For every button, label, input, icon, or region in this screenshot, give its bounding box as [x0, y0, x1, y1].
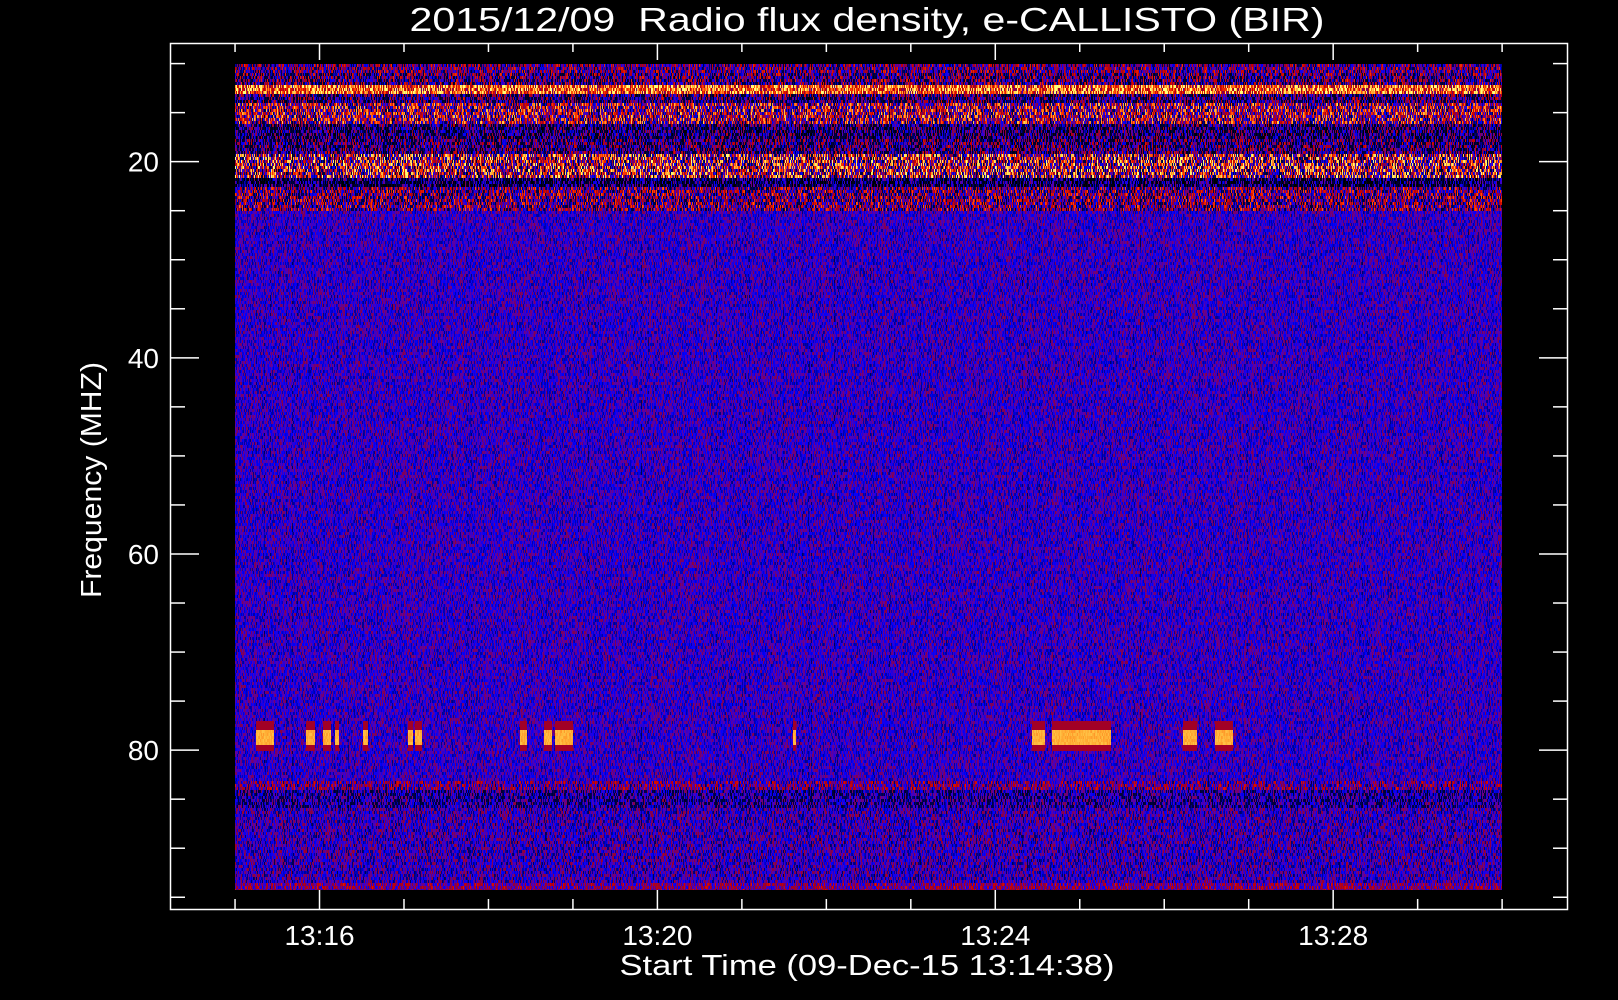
x-axis-label: Start Time (09-Dec-15 13:14:38) [620, 950, 1115, 982]
y-tick-label: 20 [128, 147, 159, 178]
y-tick-label: 80 [128, 735, 159, 766]
x-tick-label: 13:28 [1298, 920, 1368, 951]
plot-frame [169, 42, 1569, 911]
x-tick-label: 13:24 [960, 920, 1030, 951]
tick-labels: 13:16 13:20 13:24 13:28 20 40 60 80 [128, 147, 1368, 951]
y-tick-label: 40 [128, 343, 159, 374]
chart-title: 2015/12/09 Radio flux density, e-CALLIST… [410, 1, 1325, 38]
y-tick-label: 60 [128, 539, 159, 570]
x-tick-label: 13:20 [622, 920, 692, 951]
y-axis-label: Frequency (MHZ) [76, 362, 108, 598]
spectrogram-figure: 13:16 13:20 13:24 13:28 20 40 60 80 2015/12/09 … [0, 0, 1618, 1000]
x-tick-label: 13:16 [284, 920, 354, 951]
tick-marks [170, 43, 1568, 910]
chart-axes: 13:16 13:20 13:24 13:28 20 40 60 80 2015/12/09 … [76, 1, 1569, 982]
